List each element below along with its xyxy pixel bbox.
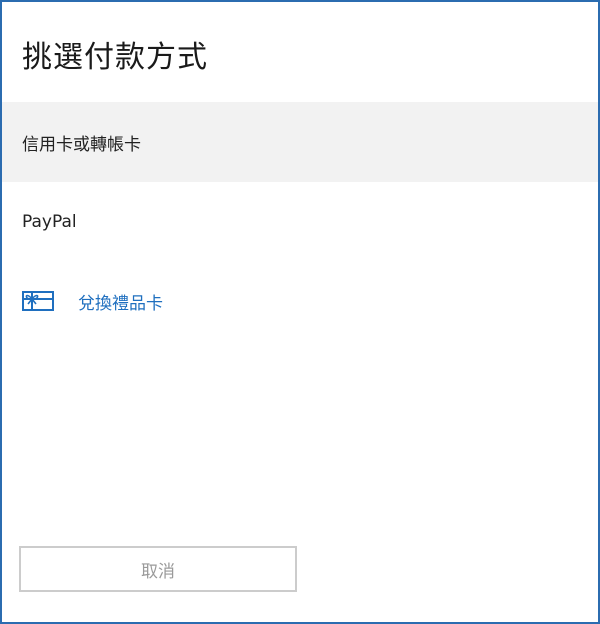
dialog-title: 挑選付款方式 <box>22 40 208 75</box>
gift-card-icon <box>22 289 54 313</box>
redeem-gift-card-label: 兌換禮品卡 <box>78 293 163 314</box>
payment-option-card[interactable]: 信用卡或轉帳卡 <box>2 102 598 182</box>
payment-option-card-label: 信用卡或轉帳卡 <box>22 134 141 155</box>
payment-method-dialog: 挑選付款方式 信用卡或轉帳卡 PayPal 兌換禮品卡 取消 <box>0 0 600 624</box>
payment-option-paypal[interactable]: PayPal <box>2 182 598 262</box>
payment-option-paypal-label: PayPal <box>22 212 77 232</box>
cancel-button[interactable]: 取消 <box>19 546 297 592</box>
redeem-gift-card-link[interactable]: 兌換禮品卡 <box>22 284 163 318</box>
